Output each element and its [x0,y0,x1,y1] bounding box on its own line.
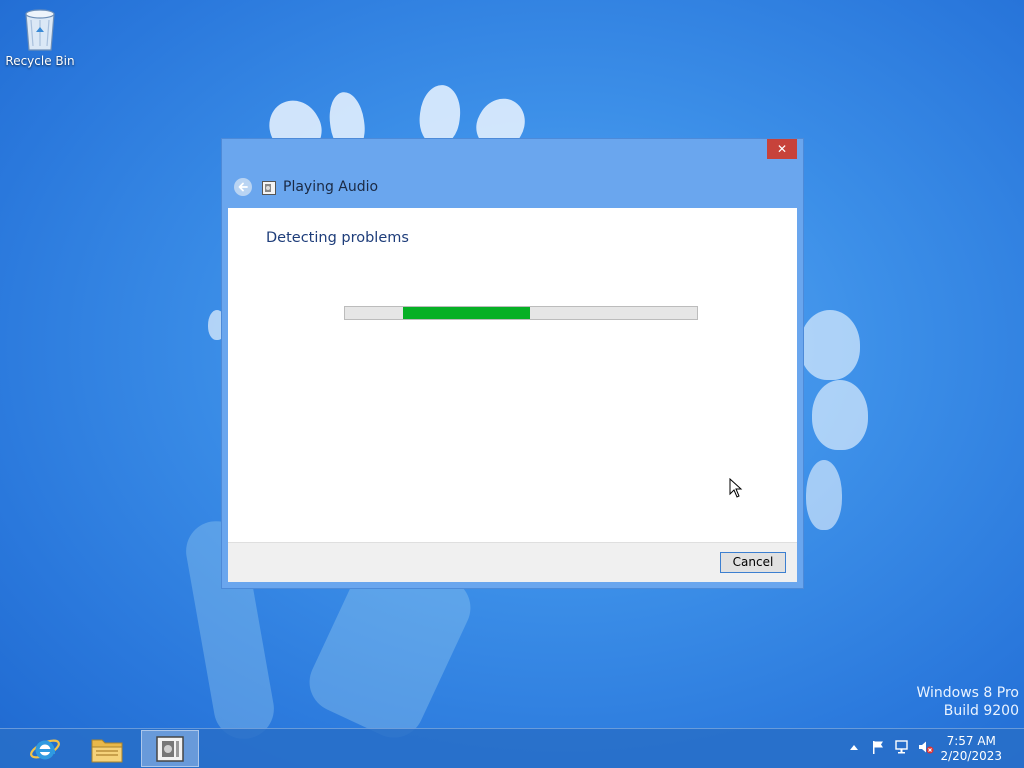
taskbar-clock[interactable]: 7:57 AM 2/20/2023 [940,734,1002,764]
mouse-cursor-icon [729,477,743,502]
system-tray [846,739,934,755]
title-row: Playing Audio [234,177,378,197]
taskbar-file-explorer[interactable] [78,730,136,767]
clock-time: 7:57 AM [946,734,996,748]
watermark-edition: Windows 8 Pro [916,685,1019,701]
status-heading: Detecting problems [266,230,409,246]
wallpaper-petal [806,460,842,530]
recycle-bin-icon [20,6,60,52]
wallpaper-petal [800,310,860,380]
desktop-icon-label: Recycle Bin [5,54,75,68]
wallpaper-petal [812,380,868,450]
clock-date: 2/20/2023 [940,749,1002,763]
chevron-up-icon [850,745,858,750]
progress-bar [344,306,698,320]
show-hidden-icons-button[interactable] [846,739,862,755]
taskbar-internet-explorer[interactable] [16,730,74,767]
back-arrow-icon [238,182,248,192]
window-title: Playing Audio [283,179,379,195]
cancel-button[interactable]: Cancel [720,552,786,573]
watermark-build: Build 9200 [943,703,1019,719]
taskbar-troubleshooter[interactable] [141,730,199,767]
progress-marquee [403,307,530,319]
desktop: Recycle Bin ✕ Playing Audio Detecting pr… [0,0,1024,768]
desktop-icon-recycle-bin[interactable]: Recycle Bin [4,6,76,68]
troubleshooter-window: ✕ Playing Audio Detecting problems Cance… [221,138,804,589]
dialog-footer: Cancel [228,542,797,582]
volume-muted-icon[interactable] [918,739,934,755]
back-button[interactable] [234,178,252,196]
internet-explorer-icon [30,739,60,759]
close-button[interactable]: ✕ [767,139,797,159]
troubleshooter-icon [262,180,276,195]
folder-icon [91,739,123,762]
troubleshooter-icon [156,735,184,762]
taskbar: 7:57 AM 2/20/2023 [0,728,1024,768]
network-icon[interactable] [894,739,910,755]
windows-watermark: Windows 8 Pro Build 9200 [916,684,1019,720]
action-center-flag-icon[interactable] [870,739,886,755]
dialog-content: Detecting problems [228,208,797,542]
